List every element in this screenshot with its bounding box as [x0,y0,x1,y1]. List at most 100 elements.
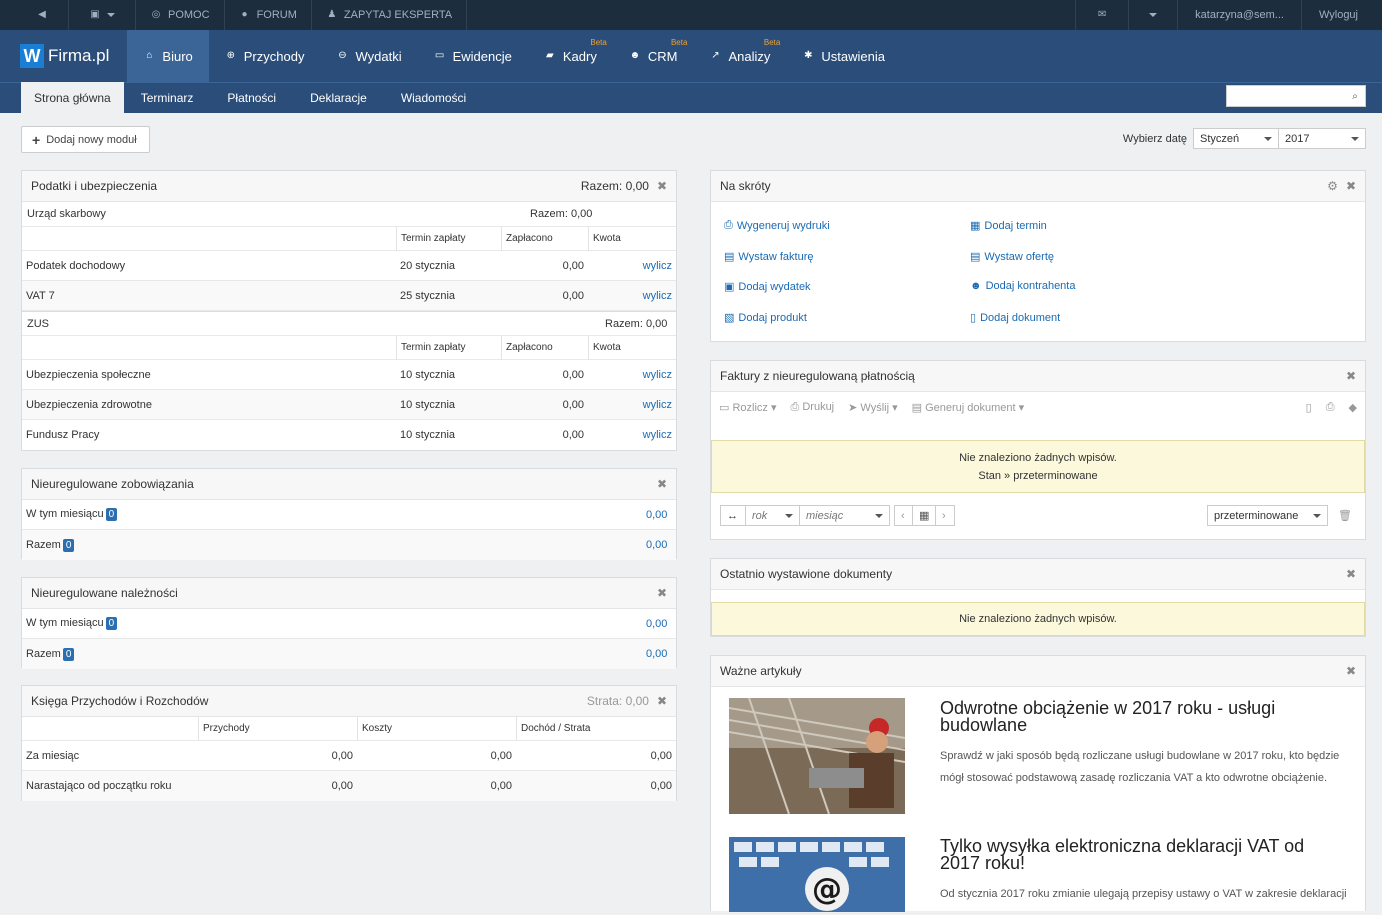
add-expense-link[interactable]: ▣ Dodaj wydatek [724,280,811,294]
add-document-link[interactable]: ▯ Dodaj dokument [970,311,1060,325]
close-icon[interactable]: ✖ [657,586,667,600]
image-menu-button[interactable]: ▣ [69,0,136,30]
send-button[interactable]: ➤ Wyślij ▾ [848,401,897,414]
calculate-link[interactable]: wylicz [588,260,676,272]
expert-label: ZAPYTAJ EKSPERTA [343,9,453,21]
notifications-dropdown[interactable] [1128,0,1177,30]
tab-strona-glowna[interactable]: Strona główna [21,82,124,113]
nav-ewidencje[interactable]: ▭ Ewidencje [418,30,528,82]
cost-value: 0,00 [490,749,512,762]
value-link[interactable]: 0,00 [642,618,671,630]
profit-value: 0,00 [650,780,672,792]
issue-invoice-link[interactable]: ▤ Wystaw fakturę [724,250,814,264]
month-filter[interactable]: miesiąc [800,505,890,526]
year-select[interactable]: 2017 [1278,128,1366,149]
article-image-construction[interactable] [728,697,906,815]
table-row: VAT 7 25 stycznia 0,00 wylicz [22,281,676,311]
issue-offer-link[interactable]: ▤ Wystaw ofertę [970,250,1054,264]
document-icon: ▯ [970,312,977,324]
row-date: 10 stycznia [400,368,456,381]
calendar-button[interactable]: ▦ [913,505,936,526]
close-icon[interactable]: ✖ [657,694,667,708]
link-label: Dodaj termin [984,219,1047,232]
nav-analizy[interactable]: Beta ↗ Analizy [693,30,786,82]
row-date: 10 stycznia [400,398,456,411]
add-product-link[interactable]: ▧ Dodaj produkt [724,311,807,325]
forum-link[interactable]: ● FORUM [225,0,312,30]
tab-platnosci[interactable]: Płatności [210,83,293,113]
prev-button[interactable]: ‹ [894,505,913,526]
add-contractor-link[interactable]: ☻ Dodaj kontrahenta [970,280,1075,292]
add-module-button[interactable]: + Dodaj nowy moduł [21,126,150,153]
nav-biuro[interactable]: ⌂ Biuro [127,30,209,82]
month-select[interactable]: Styczeń [1193,128,1279,149]
tag-icon[interactable]: ◆ [1349,401,1357,414]
ask-expert-link[interactable]: ♟ ZAPYTAJ EKSPERTA [312,0,468,30]
row-paid: 0,00 [562,368,584,381]
article-title[interactable]: Odwrotne obciążenie w 2017 roku - usługi… [940,699,1340,734]
panel-title: Ostatnio wystawione dokumenty [720,567,893,581]
tab-terminarz[interactable]: Terminarz [124,83,211,113]
range-toggle[interactable]: ↔ [720,505,745,526]
ledger-header: Księga Przychodów i Rozchodów Strata: 0,… [22,686,676,717]
back-button[interactable]: ◀ [0,0,69,30]
close-icon[interactable]: ✖ [1346,664,1356,678]
generate-printouts-link[interactable]: ⎙ Wygeneruj wydruki [724,219,830,232]
close-icon[interactable]: ✖ [1346,179,1356,193]
chevron-down-icon [107,13,115,17]
close-icon[interactable]: ✖ [657,179,667,193]
nav-label: Ewidencje [452,48,512,64]
nav-kadry[interactable]: Beta ▰ Kadry [528,30,613,82]
settle-button[interactable]: ▭ Rozlicz ▾ [719,401,776,414]
nav-przychody[interactable]: ⊕ Przychody [209,30,321,82]
year-value: 2017 [1285,132,1310,145]
calculate-link[interactable]: wylicz [588,429,676,441]
search-input[interactable]: ⌕ [1226,85,1366,107]
trash-icon[interactable]: 🗑 [1338,509,1352,522]
row-date: 25 stycznia [400,289,456,302]
list-item: W tym miesiącu 0 0,00 [22,500,676,530]
value-link[interactable]: 0,00 [642,648,671,660]
nav-ustawienia[interactable]: ✱ Ustawienia [786,30,901,82]
print-icon[interactable]: ⎙ [1326,401,1335,414]
tab-wiadomosci[interactable]: Wiadomości [384,83,483,113]
settings-icon[interactable]: ⚙ [1327,179,1338,193]
nav-wydatki[interactable]: ⊖ Wydatki [320,30,417,82]
close-icon[interactable]: ✖ [657,477,667,491]
help-link[interactable]: ◎ POMOC [136,0,225,30]
row-name: Fundusz Pracy [26,429,100,441]
close-icon[interactable]: ✖ [1346,369,1356,383]
brand-logo[interactable]: W Firma.pl [20,44,109,68]
status-filter[interactable]: przeterminowane [1207,505,1328,526]
row-label: W tym miesiącu [26,508,104,520]
count-badge: 0 [105,508,118,521]
add-term-link[interactable]: ▦ Dodaj termin [970,219,1047,233]
plus-icon: + [32,131,41,148]
article-title[interactable]: Tylko wysyłka elektroniczna deklaracji V… [940,837,1340,872]
tab-deklaracje[interactable]: Deklaracje [293,83,384,113]
article-image-keyboard[interactable]: @ [729,837,905,912]
next-button[interactable]: › [936,505,955,526]
logout-link[interactable]: Wyloguj [1300,0,1382,30]
close-icon[interactable]: ✖ [1346,567,1356,581]
user-menu[interactable]: katarzyna@sem... [1177,0,1301,30]
col-header: Przychody [198,716,357,741]
users-icon: ☻ [970,280,982,292]
back-icon: ◀ [38,9,46,20]
file-icon[interactable]: ▯ [1306,401,1312,414]
row-name: Podatek dochodowy [26,259,126,272]
print-button[interactable]: ⎙ Drukuj [790,401,834,414]
nav-crm[interactable]: Beta ☻ CRM [613,30,694,82]
year-filter[interactable]: rok [745,505,800,526]
calculate-link[interactable]: wylicz [588,290,676,302]
generate-document-button[interactable]: ▤ Generuj dokument ▾ [912,401,1025,414]
value-link[interactable]: 0,00 [642,539,671,551]
value-link[interactable]: 0,00 [642,509,671,521]
calculate-link[interactable]: wylicz [588,369,676,381]
logo-mark: W [20,44,44,68]
panel-title: Na skróty [720,179,771,193]
messages-button[interactable]: ✉ [1075,0,1128,30]
lifebuoy-icon: ◎ [151,9,161,20]
link-label: Wystaw ofertę [984,250,1054,263]
calculate-link[interactable]: wylicz [588,399,676,411]
